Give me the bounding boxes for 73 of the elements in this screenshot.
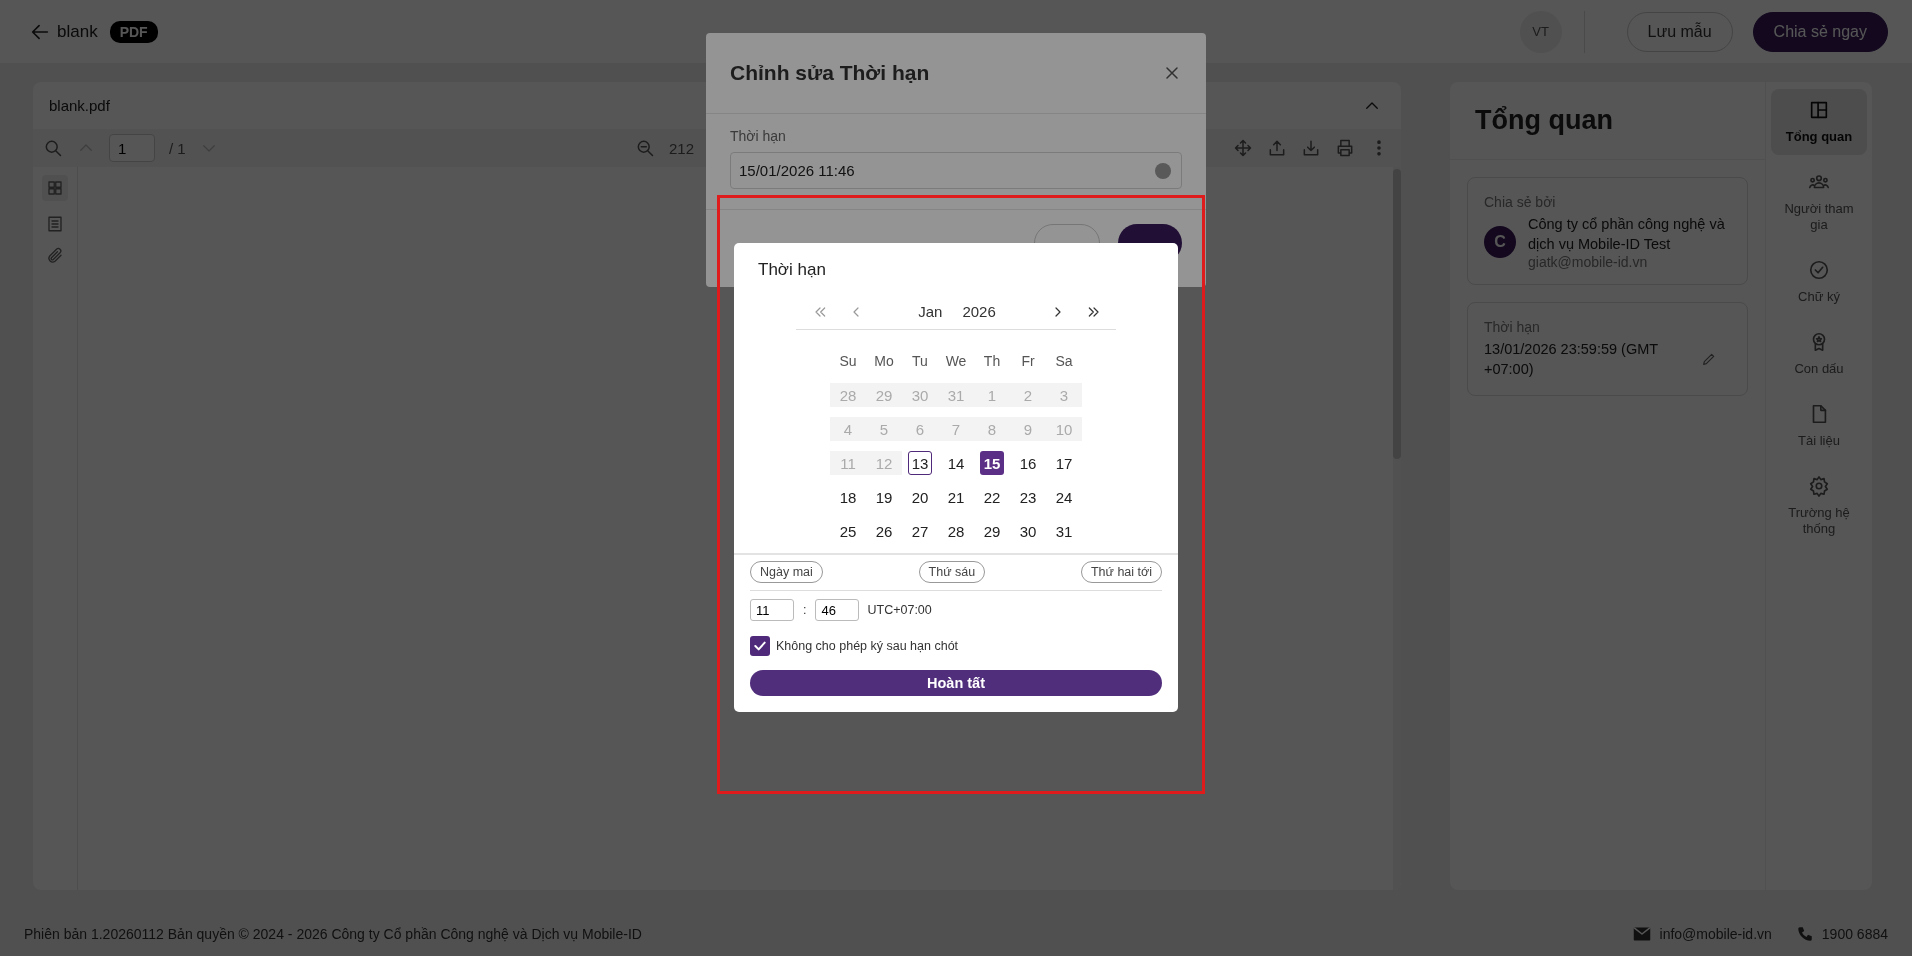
calendar-day[interactable]: 19	[866, 485, 902, 509]
deadline-field[interactable]: 15/01/2026 11:46	[730, 152, 1182, 189]
calendar-day[interactable]: 27	[902, 519, 938, 543]
month-selector[interactable]: Jan	[918, 303, 943, 320]
calendar-day[interactable]: 22	[974, 485, 1010, 509]
back-button[interactable]: blank	[29, 20, 98, 43]
picker-title: Thời hạn	[758, 260, 826, 280]
nav-tab[interactable]: Chữ ký	[1771, 249, 1867, 315]
calendar-day[interactable]: 20	[902, 485, 938, 509]
dialog-title: Chỉnh sửa Thời hạn	[730, 61, 930, 85]
hour-field[interactable]: 11	[750, 599, 794, 621]
calendar-day[interactable]: 29	[974, 519, 1010, 543]
search-icon[interactable]	[43, 138, 63, 158]
time-separator: :	[802, 603, 808, 617]
minute-field[interactable]: 46	[815, 599, 860, 621]
shortcut-chip[interactable]: Thứ hai tới	[1080, 561, 1162, 583]
edit-pencil-icon[interactable]	[1701, 351, 1717, 367]
shortcut-chip[interactable]: Thứ sáu	[918, 561, 986, 583]
calendar-day[interactable]: 25	[830, 519, 866, 543]
deadline-value: 13/01/2026 23:59:59 (GMT +07:00)	[1484, 340, 1659, 379]
gear-icon[interactable]	[1808, 475, 1830, 497]
attachment-icon[interactable]	[46, 247, 64, 265]
file-type-badge: PDF	[109, 20, 158, 43]
calendar-day[interactable]: 30	[1010, 519, 1046, 543]
weekday-label: Sa	[1054, 353, 1074, 371]
nav-tab[interactable]: Tổng quan	[1771, 89, 1867, 155]
download-icon[interactable]	[1301, 138, 1321, 158]
weekday-label: Mo	[873, 353, 895, 371]
calendar-day[interactable]: 24	[1046, 485, 1082, 509]
checkbox[interactable]	[750, 636, 770, 656]
calendar-day[interactable]: 23	[1010, 485, 1046, 509]
weekday-label: We	[944, 353, 968, 371]
email-link[interactable]: info@mobile-id.vn	[1659, 925, 1772, 942]
calendar-day[interactable]: 14	[938, 451, 974, 475]
weekday-label: Tu	[911, 353, 929, 371]
calendar-day[interactable]: 17	[1046, 451, 1082, 475]
nav-tab[interactable]: Người tham gia	[1771, 161, 1867, 243]
weekday-label: Fr	[1020, 353, 1036, 371]
layout-icon[interactable]	[1808, 99, 1830, 121]
checkbox-label: Không cho phép ký sau hạn chót	[776, 639, 959, 653]
year-selector[interactable]: 2026	[962, 303, 996, 320]
calendar-day[interactable]: 26	[866, 519, 902, 543]
thumbnails-icon[interactable]	[46, 179, 64, 197]
upload-icon[interactable]	[1267, 138, 1287, 158]
nav-tab[interactable]: Trường hệ thống	[1771, 465, 1867, 547]
weekday-label: Su	[838, 353, 858, 371]
file-name: blank.pdf	[49, 97, 110, 114]
share-button[interactable]: Chia sẻ ngay	[1752, 11, 1888, 52]
move-icon[interactable]	[1233, 138, 1253, 158]
nav-tab[interactable]: Tài liệu	[1771, 393, 1867, 459]
phone-icon[interactable]	[1795, 924, 1814, 943]
copyright-text: Phiên bản 1.20260112 Bản quyền © 2024 - 2026 Công ty Cổ phần Công nghệ và Dịch vụ Mobile-ID	[24, 925, 642, 942]
calendar-day[interactable]: 18	[830, 485, 866, 509]
timezone-label: UTC+07:00	[867, 603, 932, 617]
nav-tab[interactable]: Con dấu	[1771, 321, 1867, 387]
company-avatar: C	[1484, 226, 1516, 258]
company-name: Công ty cổ phần công nghệ và dịch vụ Mobile-ID Test	[1528, 215, 1726, 254]
print-icon[interactable]	[1335, 138, 1355, 158]
calendar-day[interactable]: 28	[938, 519, 974, 543]
calendar-day[interactable]: 16	[1010, 451, 1046, 475]
field-label: Thời hạn	[730, 128, 787, 144]
phone-link[interactable]: 1900 6884	[1821, 925, 1888, 942]
save-template-button[interactable]: Lưu mẫu	[1626, 11, 1733, 52]
check-circle-icon[interactable]	[1808, 259, 1830, 281]
outline-icon[interactable]	[46, 215, 64, 233]
done-button[interactable]: Hoàn tất	[750, 670, 1162, 696]
panel-title: Tổng quan	[1450, 82, 1765, 160]
clear-icon	[1155, 162, 1171, 179]
page-number-field[interactable]: 1	[109, 134, 155, 162]
weekday-label: Th	[982, 353, 1002, 371]
calendar-day[interactable]: 31	[1046, 519, 1082, 543]
shortcut-chip[interactable]: Ngày mai	[750, 561, 823, 583]
calendar-day[interactable]: 21	[938, 485, 974, 509]
